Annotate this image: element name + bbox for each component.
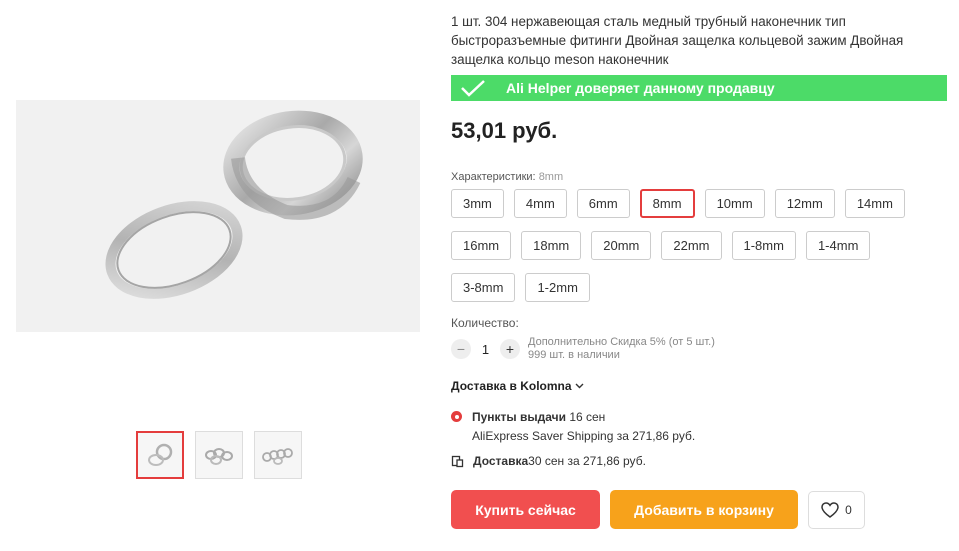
spec-option[interactable]: 1-8mm: [731, 231, 796, 260]
spec-option[interactable]: 14mm: [844, 189, 905, 218]
courier-title: Доставка: [473, 454, 529, 468]
spec-option[interactable]: 18mm: [521, 231, 582, 260]
chevron-down-icon: [575, 383, 584, 389]
courier-delivery: Доставка 30 сен за 271,86 руб.: [451, 454, 951, 468]
delivery-location-selector[interactable]: Доставка в Kolomna: [451, 379, 951, 393]
quantity-decrease-button[interactable]: −: [451, 339, 471, 359]
product-title: 1 шт. 304 нержавеющая сталь медный трубн…: [451, 14, 904, 67]
heart-icon: [821, 501, 839, 518]
delivery-heading: Доставка в Kolomna: [451, 379, 572, 393]
action-buttons: Купить сейчас Добавить в корзину 0: [451, 490, 951, 529]
main-product-image[interactable]: [16, 100, 420, 332]
spec-option[interactable]: 1-4mm: [805, 231, 871, 260]
spec-option[interactable]: 6mm: [576, 189, 630, 218]
quantity-value[interactable]: 1: [471, 342, 500, 357]
spec-option[interactable]: 22mm: [661, 231, 722, 260]
buy-now-button[interactable]: Купить сейчас: [451, 490, 600, 529]
spec-option[interactable]: 3mm: [451, 189, 504, 218]
thumbnail-1[interactable]: [136, 431, 184, 479]
pickup-date: 16 сен: [565, 410, 606, 424]
pickup-option[interactable]: Пункты выдачи 16 сен AliExpress Saver Sh…: [451, 408, 951, 446]
spec-label-text: Характеристики:: [451, 171, 539, 183]
bulk-discount-text: Дополнительно Скидка 5% (от 5 шт.): [528, 336, 715, 348]
radio-selected-icon[interactable]: [451, 411, 462, 422]
product-info: 1 шт. 304 нержавеющая сталь медный трубн…: [451, 12, 951, 529]
quantity-increase-button[interactable]: +: [500, 339, 520, 359]
stock-text: 999 шт. в наличии: [528, 349, 620, 361]
quantity-stepper: − 1 + Дополнительно Скидка 5% (от 5 шт.)…: [451, 336, 951, 362]
pickup-service: AliExpress Saver Shipping за 271,86 руб.: [472, 429, 696, 443]
rings-thumb-icon: [205, 448, 233, 465]
steel-rings-illustration: [16, 100, 420, 332]
trust-badge: Ali Helper доверяет данному продавцу: [451, 75, 947, 101]
wishlist-count: 0: [845, 502, 852, 517]
trust-badge-text: Ali Helper доверяет данному продавцу: [506, 80, 775, 96]
spec-option[interactable]: 12mm: [774, 189, 835, 218]
thumbnail-strip: [136, 431, 302, 479]
spec-option[interactable]: 4mm: [513, 189, 567, 218]
spec-selected-value: 8mm: [538, 171, 564, 183]
spec-option[interactable]: 3-8mm: [451, 273, 516, 302]
spec-option[interactable]: 10mm: [704, 189, 765, 218]
checkmark-icon: [461, 80, 485, 97]
rings-thumb-icon: [262, 448, 293, 465]
spec-option[interactable]: 20mm: [591, 231, 652, 260]
spec-options: 3mm 4mm 6mm 8mm 10mm 12mm 14mm 16mm 18mm 20mm 22mm…: [451, 189, 921, 302]
courier-info: 30 сен за 271,86 руб.: [528, 454, 646, 468]
spec-option[interactable]: 1-2mm: [525, 273, 590, 302]
spec-label: Характеристики: 8mm: [451, 171, 951, 183]
add-to-cart-button[interactable]: Добавить в корзину: [610, 490, 798, 529]
wishlist-button[interactable]: 0: [808, 490, 865, 529]
thumbnail-3[interactable]: [254, 431, 302, 479]
pickup-details: Пункты выдачи 16 сен AliExpress Saver Sh…: [472, 408, 695, 446]
delivery-icon: [451, 455, 464, 467]
quantity-label: Количество:: [451, 316, 519, 330]
product-price: 53,01 руб.: [451, 118, 558, 143]
rings-thumb-icon: [148, 443, 173, 466]
spec-option[interactable]: 8mm: [639, 189, 695, 218]
pickup-title: Пункты выдачи: [472, 410, 566, 424]
spec-option[interactable]: 16mm: [451, 231, 512, 260]
thumbnail-2[interactable]: [195, 431, 243, 479]
quantity-info: Дополнительно Скидка 5% (от 5 шт.) 999 ш…: [528, 336, 715, 362]
